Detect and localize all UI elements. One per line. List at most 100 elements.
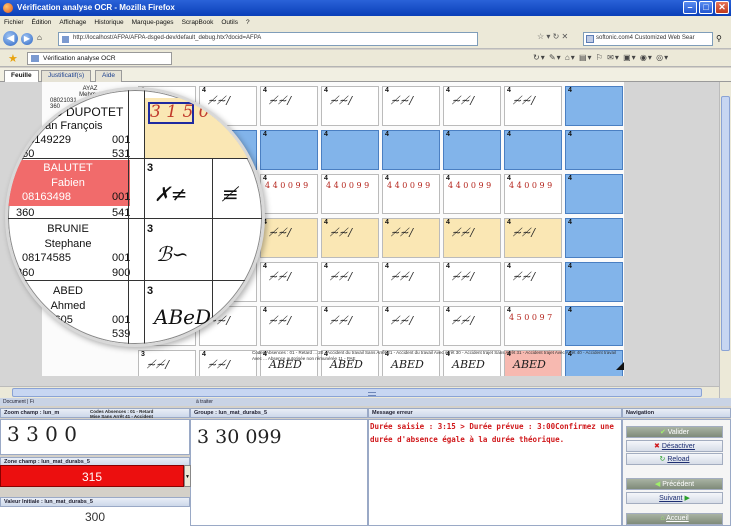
grid-cell[interactable]: 44 4 0 0 9 9: [260, 174, 318, 214]
grid-cell[interactable]: 4≁≁∕: [504, 218, 562, 258]
search-input[interactable]: softonic.com4 Customized Web Sear: [583, 32, 713, 46]
grid-cell[interactable]: 4: [382, 130, 440, 170]
tab-aide[interactable]: Aide: [95, 70, 123, 82]
navigation-bar: ◀ ▶ ⌂ http://localhost/AFPA/AFPA-dsged-d…: [0, 29, 731, 49]
handwritten-value: 4 4 0 0 9 9: [265, 181, 309, 190]
grid-cell[interactable]: 4≁≁∕: [260, 262, 318, 302]
tab-justificatifs[interactable]: Justificatif(s): [41, 70, 92, 82]
grid-cell[interactable]: 4: [321, 130, 379, 170]
horizontal-scroll-thumb[interactable]: [12, 388, 702, 397]
cell-number: 4: [263, 307, 267, 314]
vertical-scroll-thumb[interactable]: [721, 96, 730, 351]
menu-scrapbook[interactable]: ScrapBook: [182, 19, 214, 26]
mag-cell-value: 3: [147, 223, 154, 235]
signature: ≁≁∕: [513, 226, 536, 239]
grid-cell[interactable]: 44 5 0 0 9 7: [504, 306, 562, 346]
search-engine-icon: [586, 35, 594, 43]
grid-cell[interactable]: 4≁≁∕: [260, 86, 318, 126]
back-arrow-icon[interactable]: ◀: [3, 31, 18, 46]
mag-signature: ≢: [222, 182, 239, 206]
x-icon: ✖: [654, 443, 660, 450]
toolbar-icons[interactable]: ↻▾ ✎▾ ⌂▾ ▤▾ ⚐ ✉▾ ▣▾ ◉▾ ◎▾: [533, 53, 669, 62]
zone-value-input[interactable]: 315: [0, 465, 184, 487]
search-icon[interactable]: ⚲: [716, 34, 722, 43]
page-corner-marker: [616, 362, 624, 370]
maximize-icon[interactable]: □: [699, 1, 713, 14]
home-button[interactable]: ⌂ Accueil: [626, 513, 723, 525]
bookmark-star-icon[interactable]: ★: [8, 52, 18, 65]
home-icon[interactable]: ⌂: [37, 33, 42, 42]
grid-cell[interactable]: 4: [565, 262, 623, 302]
menu-view[interactable]: Affichage: [59, 19, 86, 26]
grid-cell[interactable]: 4: [504, 130, 562, 170]
panel-header-left: Document | Fi: [3, 399, 35, 405]
grid-cell[interactable]: 4: [443, 130, 501, 170]
menu-edit[interactable]: Édition: [32, 19, 52, 26]
grid-cell[interactable]: 4: [260, 130, 318, 170]
minimize-icon[interactable]: –: [683, 1, 697, 14]
grid-cell[interactable]: 4≁≁∕: [443, 218, 501, 258]
address-bar[interactable]: http://localhost/AFPA/AFPA-dsged-dev/def…: [58, 32, 478, 46]
grid-cell[interactable]: 4≁≁∕: [321, 218, 379, 258]
grid-cell[interactable]: 44 4 0 0 9 9: [321, 174, 379, 214]
grid-cell[interactable]: 4≁≁∕: [443, 86, 501, 126]
grid-cell[interactable]: 4: [565, 130, 623, 170]
grid-cell[interactable]: 4≁≁∕: [504, 262, 562, 302]
check-icon: ✔: [659, 429, 666, 436]
grid-cell[interactable]: 4≁≁∕: [443, 306, 501, 346]
group-field-preview: 3 30 099: [190, 419, 368, 526]
handwritten-value: 4 4 0 0 9 9: [509, 181, 553, 190]
menu-bookmarks[interactable]: Marque-pages: [132, 19, 174, 26]
zone-value-dropdown[interactable]: ▼: [184, 465, 191, 487]
reload-button[interactable]: ↻ Reload: [626, 453, 723, 465]
cell-number: 4: [263, 131, 267, 138]
grid-cell[interactable]: 44 4 0 0 9 9: [382, 174, 440, 214]
signature: ≁≁∕: [269, 94, 292, 107]
grid-cell[interactable]: 3≁≁∕: [138, 350, 196, 376]
grid-cell[interactable]: 4≁≁∕: [321, 86, 379, 126]
grid-cell[interactable]: 4≁≁∕: [199, 350, 257, 376]
close-icon[interactable]: ✕: [715, 1, 729, 14]
grid-cell[interactable]: 4≁≁∕: [382, 306, 440, 346]
grid-cell[interactable]: 4: [565, 86, 623, 126]
validate-button[interactable]: ✔ Valider: [626, 426, 723, 438]
menu-bar: Fichier Édition Affichage Historique Mar…: [0, 16, 731, 29]
reload-stop-icons[interactable]: ☆ ▾ ↻ ✕: [537, 32, 568, 41]
grid-cell[interactable]: 4≁≁∕: [443, 262, 501, 302]
tab-title: Vérification analyse OCR: [43, 55, 116, 62]
horizontal-scrollbar[interactable]: [0, 386, 719, 398]
grid-cell[interactable]: 44 4 0 0 9 9: [443, 174, 501, 214]
menu-tools[interactable]: Outils: [221, 19, 238, 26]
grid-cell[interactable]: 44 4 0 0 9 9: [504, 174, 562, 214]
grid-cell[interactable]: 4≁≁∕: [321, 306, 379, 346]
grid-cell[interactable]: 4≁≁∕: [321, 262, 379, 302]
vertical-scrollbar[interactable]: [719, 82, 731, 398]
grid-cell[interactable]: 4: [565, 174, 623, 214]
next-button[interactable]: Suivant ▶: [626, 492, 723, 504]
grid-cell[interactable]: 4≁≁∕: [382, 86, 440, 126]
cell-number: 4: [446, 87, 450, 94]
browser-tab[interactable]: Vérification analyse OCR: [27, 52, 172, 65]
window-title: Vérification analyse OCR - Mozilla Firef…: [17, 3, 175, 12]
message-label: Message erreur: [372, 410, 413, 416]
initial-value: 300: [84, 510, 106, 524]
deactivate-button[interactable]: ✖ Désactiver: [626, 440, 723, 452]
grid-cell[interactable]: 4≁≁∕: [382, 262, 440, 302]
forward-arrow-icon[interactable]: ▶: [21, 33, 33, 45]
grid-cell[interactable]: 4: [565, 306, 623, 346]
mag-signature: ABeD: [154, 305, 212, 329]
menu-help[interactable]: ?: [246, 19, 250, 26]
grid-cell[interactable]: 4≁≁∕: [260, 306, 318, 346]
grid-cell[interactable]: 4≁≁∕: [504, 86, 562, 126]
grid-cell[interactable]: 4≁≁∕: [382, 218, 440, 258]
cell-number: 4: [263, 87, 267, 94]
menu-file[interactable]: Fichier: [4, 19, 24, 26]
menu-history[interactable]: Historique: [94, 19, 123, 26]
reload-icon: ↻: [659, 456, 666, 463]
signature: ≁≁∕: [391, 270, 414, 283]
cell-number: 4: [507, 219, 511, 226]
previous-button[interactable]: ◀ Précédent: [626, 478, 723, 490]
handwritten-value: 4 4 0 0 9 9: [326, 181, 370, 190]
grid-cell[interactable]: 4: [565, 218, 623, 258]
grid-cell[interactable]: 4≁≁∕: [260, 218, 318, 258]
